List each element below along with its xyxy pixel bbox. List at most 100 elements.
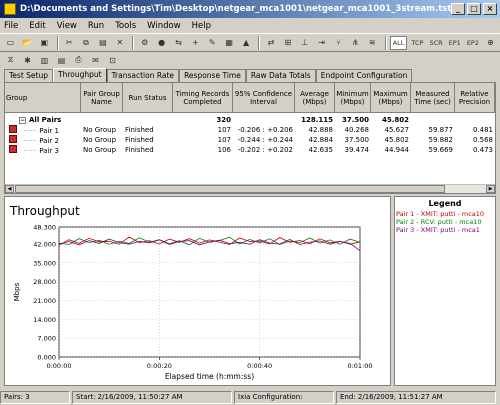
- filter-icon[interactable]: ⧖: [3, 53, 18, 67]
- status-start: Start: 2/16/2009, 11:50:27 AM: [72, 390, 232, 404]
- expand-icon[interactable]: ⊕: [483, 36, 498, 50]
- summary-records: 320: [216, 116, 231, 124]
- pair-cell: ······ Pair 1: [5, 125, 81, 135]
- table-row[interactable]: ······ Pair 2 No Group Finished 107 -0.2…: [5, 135, 495, 145]
- y-tick-label: 0.000: [37, 354, 56, 362]
- pair-cell: ······ Pair 3: [5, 145, 81, 155]
- filter-scr-button[interactable]: SCR: [427, 36, 444, 50]
- results-tabs: Test Setup Throughput Transaction Rate R…: [4, 68, 413, 82]
- col-header-relative-precision[interactable]: Relative Precision: [455, 83, 495, 112]
- network-icon[interactable]: ⊞: [280, 36, 295, 50]
- main-toolbar: ▭ 📂 ▣ ✂ ⧉ ▤ ✕ ⚙ ● ⇆ + ✎ ▦ ▲ ⇄ ⊞ ⊥ ⇥ ⑂ ⋔ …: [0, 33, 500, 52]
- status-end: End: 2/16/2009, 11:51:27 AM: [336, 390, 496, 404]
- menu-view[interactable]: View: [57, 21, 77, 31]
- table-icon[interactable]: ▤: [54, 53, 69, 67]
- up-icon[interactable]: ▲: [239, 36, 254, 50]
- y-axis-label: Mbps: [13, 282, 21, 301]
- col-header-average[interactable]: Average (Mbps): [295, 83, 335, 112]
- menu-window[interactable]: Window: [147, 21, 181, 31]
- tools-icon[interactable]: ✱: [20, 53, 35, 67]
- col-header-run-status[interactable]: Run Status: [123, 83, 173, 112]
- filter-ep2-button[interactable]: EP2: [465, 36, 481, 50]
- x-tick-label: 0:00:20: [147, 362, 172, 370]
- pair-cell: ······ Pair 2: [5, 135, 81, 145]
- scroll-left-arrow[interactable]: ◀: [5, 185, 14, 193]
- tab-response-time[interactable]: Response Time: [179, 69, 246, 82]
- col-header-pair-group-name[interactable]: Pair Group Name: [81, 83, 123, 112]
- window-title: D:\Documents and Settings\Tim\Desktop\ne…: [20, 4, 451, 14]
- run-icon[interactable]: ⚙: [137, 36, 152, 50]
- edit-icon[interactable]: ✎: [205, 36, 220, 50]
- tab-transaction-rate[interactable]: Transaction Rate: [106, 69, 180, 82]
- stop-icon[interactable]: ●: [154, 36, 169, 50]
- maximize-button[interactable]: □: [467, 3, 481, 15]
- col-header-timing-records[interactable]: Timing Records Completed: [173, 83, 233, 112]
- filter-all-button[interactable]: ALL: [389, 35, 408, 50]
- link-icon[interactable]: ⇄: [263, 36, 278, 50]
- scroll-thumb[interactable]: [15, 185, 445, 193]
- menu-edit[interactable]: Edit: [29, 21, 45, 31]
- y-tick-label: 21.000: [33, 297, 56, 305]
- filter-ep1-button[interactable]: EP1: [447, 36, 463, 50]
- menu-tools[interactable]: Tools: [115, 21, 136, 31]
- legend-item-pair-3[interactable]: Pair 3 - XMIT: putti - mca1: [395, 226, 495, 234]
- horizontal-scrollbar[interactable]: ◀ ▶: [5, 184, 495, 193]
- endpoint-icon[interactable]: ⇥: [314, 36, 329, 50]
- chart-icon[interactable]: ▥: [37, 53, 52, 67]
- table-row[interactable]: ······ Pair 3 No Group Finished 106 -0.2…: [5, 145, 495, 155]
- copy-icon[interactable]: ⧉: [79, 36, 94, 50]
- tab-test-setup[interactable]: Test Setup: [4, 69, 53, 82]
- scroll-right-arrow[interactable]: ▶: [486, 185, 495, 193]
- status-bar: Pairs: 3 Start: 2/16/2009, 11:50:27 AM I…: [0, 389, 500, 405]
- split-icon[interactable]: ⊥: [297, 36, 312, 50]
- menu-bar: File Edit View Run Tools Window Help: [0, 18, 500, 33]
- legend-title: Legend: [428, 199, 462, 208]
- cut-icon[interactable]: ✂: [62, 36, 77, 50]
- col-header-minimum[interactable]: Minimum (Mbps): [335, 83, 371, 112]
- menu-run[interactable]: Run: [88, 21, 104, 31]
- save-icon[interactable]: ▣: [37, 36, 52, 50]
- col-header-measured-time[interactable]: Measured Time (sec): [411, 83, 455, 112]
- status-ixia: Ixia Configuration:: [234, 390, 334, 404]
- multicast-icon[interactable]: ⋔: [348, 36, 363, 50]
- fork-icon[interactable]: ⑂: [331, 36, 346, 50]
- tab-endpoint-configuration[interactable]: Endpoint Configuration: [315, 69, 413, 82]
- toolbar-separator: [258, 35, 261, 50]
- chart-title: Throughput: [9, 204, 80, 218]
- legend-item-pair-2[interactable]: Pair 2 - RCV: putti - mca10: [395, 218, 495, 226]
- grid-icon[interactable]: ▦: [222, 36, 237, 50]
- legend-item-pair-1[interactable]: Pair 1 - XMIT: putti - mca10: [395, 210, 495, 218]
- col-header-confidence-interval[interactable]: 95% Confidence Interval: [233, 83, 295, 112]
- print-icon[interactable]: ⎙: [71, 53, 86, 67]
- filter-tcp-button[interactable]: TCP: [409, 36, 425, 50]
- throughput-chart: Throughput 0.000 7.000 14.000 21.000 28.000 35…: [9, 204, 373, 381]
- x-tick-label: 0:00:00: [46, 362, 71, 370]
- menu-file[interactable]: File: [4, 21, 18, 31]
- app-icon: [4, 3, 16, 15]
- menu-help[interactable]: Help: [192, 21, 211, 31]
- email-icon[interactable]: ✉: [88, 53, 103, 67]
- close-button[interactable]: ×: [483, 3, 497, 15]
- toolbar-separator: [384, 35, 387, 50]
- minimize-button[interactable]: _: [451, 3, 465, 15]
- summary-average: 128.115: [301, 116, 333, 124]
- col-header-group[interactable]: Group: [5, 83, 81, 112]
- collapse-icon[interactable]: −: [19, 117, 26, 124]
- tab-raw-data-totals[interactable]: Raw Data Totals: [245, 69, 316, 82]
- table-row[interactable]: ······ Pair 1 No Group Finished 107 -0.2…: [5, 125, 495, 135]
- delete-icon[interactable]: ✕: [112, 36, 127, 50]
- col-header-maximum[interactable]: Maximum (Mbps): [371, 83, 411, 112]
- lock-icon[interactable]: ⊡: [105, 53, 120, 67]
- add-icon[interactable]: +: [188, 36, 203, 50]
- open-icon[interactable]: 📂: [20, 36, 35, 50]
- table-row-summary[interactable]: − All Pairs 320 128.115 37.500 45.802: [5, 115, 495, 125]
- pair-icon[interactable]: ⇆: [171, 36, 186, 50]
- new-icon[interactable]: ▭: [3, 36, 18, 50]
- tab-throughput[interactable]: Throughput: [52, 68, 107, 82]
- compare-icon[interactable]: ≋: [365, 36, 380, 50]
- paste-icon[interactable]: ▤: [95, 36, 110, 50]
- pair-icon: [9, 145, 17, 153]
- x-tick-label: 0:00:40: [247, 362, 272, 370]
- pair-icon: [9, 125, 17, 133]
- status-pairs: Pairs: 3: [0, 390, 70, 404]
